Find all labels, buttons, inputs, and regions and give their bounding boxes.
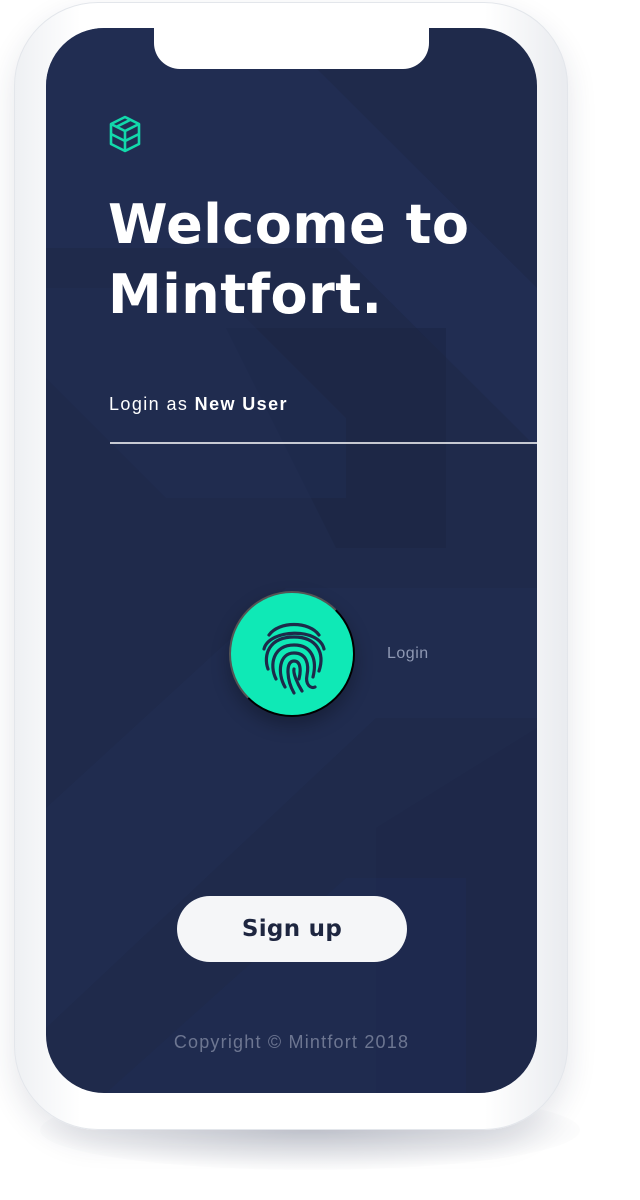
fingerprint-login-label: Login	[387, 645, 429, 662]
fingerprint-icon	[262, 623, 326, 695]
welcome-title: Welcome to Mintfort.	[108, 193, 470, 326]
fingerprint-login-button[interactable]	[229, 591, 355, 717]
device-notch	[154, 28, 429, 69]
login-mode-user-type[interactable]: New User	[195, 394, 288, 414]
mintfort-cube-icon	[108, 114, 142, 158]
login-mode-label: Login as New User	[109, 394, 288, 415]
login-mode-prefix: Login as	[109, 394, 189, 414]
login-mode-underline	[110, 442, 537, 444]
copyright-text: Copyright © Mintfort 2018	[173, 1032, 410, 1052]
sign-up-button[interactable]: Sign up	[177, 896, 407, 962]
app-stage: Welcome to Mintfort. Login as New User L…	[0, 0, 640, 1200]
